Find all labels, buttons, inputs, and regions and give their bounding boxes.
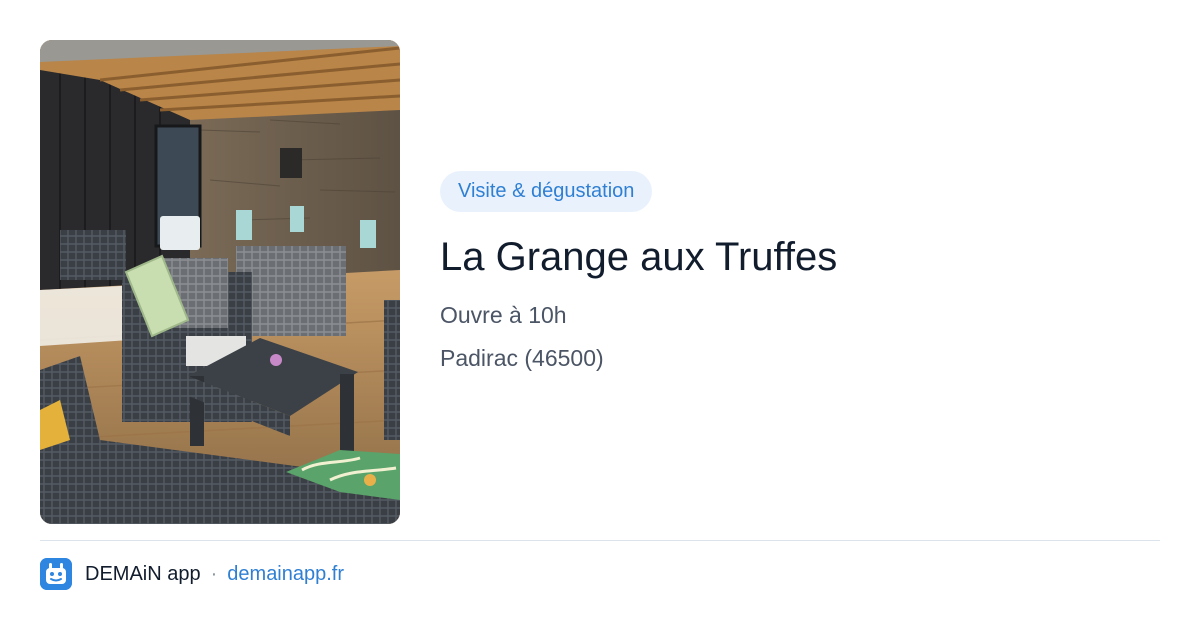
venue-photo xyxy=(40,40,400,524)
share-card[interactable]: Visite & dégustation La Grange aux Truff… xyxy=(0,0,1200,630)
venue-title: La Grange aux Truffes xyxy=(440,235,838,279)
venue-info: Visite & dégustation La Grange aux Truff… xyxy=(440,171,1160,373)
footer-separator: · xyxy=(210,562,218,585)
footer: DEMAiN app · demainapp.fr xyxy=(40,558,344,590)
app-name: DEMAiN app xyxy=(85,562,201,585)
opening-hours: Ouvre à 10h xyxy=(440,302,567,328)
footer-divider xyxy=(40,540,1160,541)
category-tag: Visite & dégustation xyxy=(440,171,653,212)
demain-app-icon xyxy=(40,558,72,590)
venue-location: Padirac (46500) xyxy=(440,345,604,371)
site-link[interactable]: demainapp.fr xyxy=(227,563,344,586)
